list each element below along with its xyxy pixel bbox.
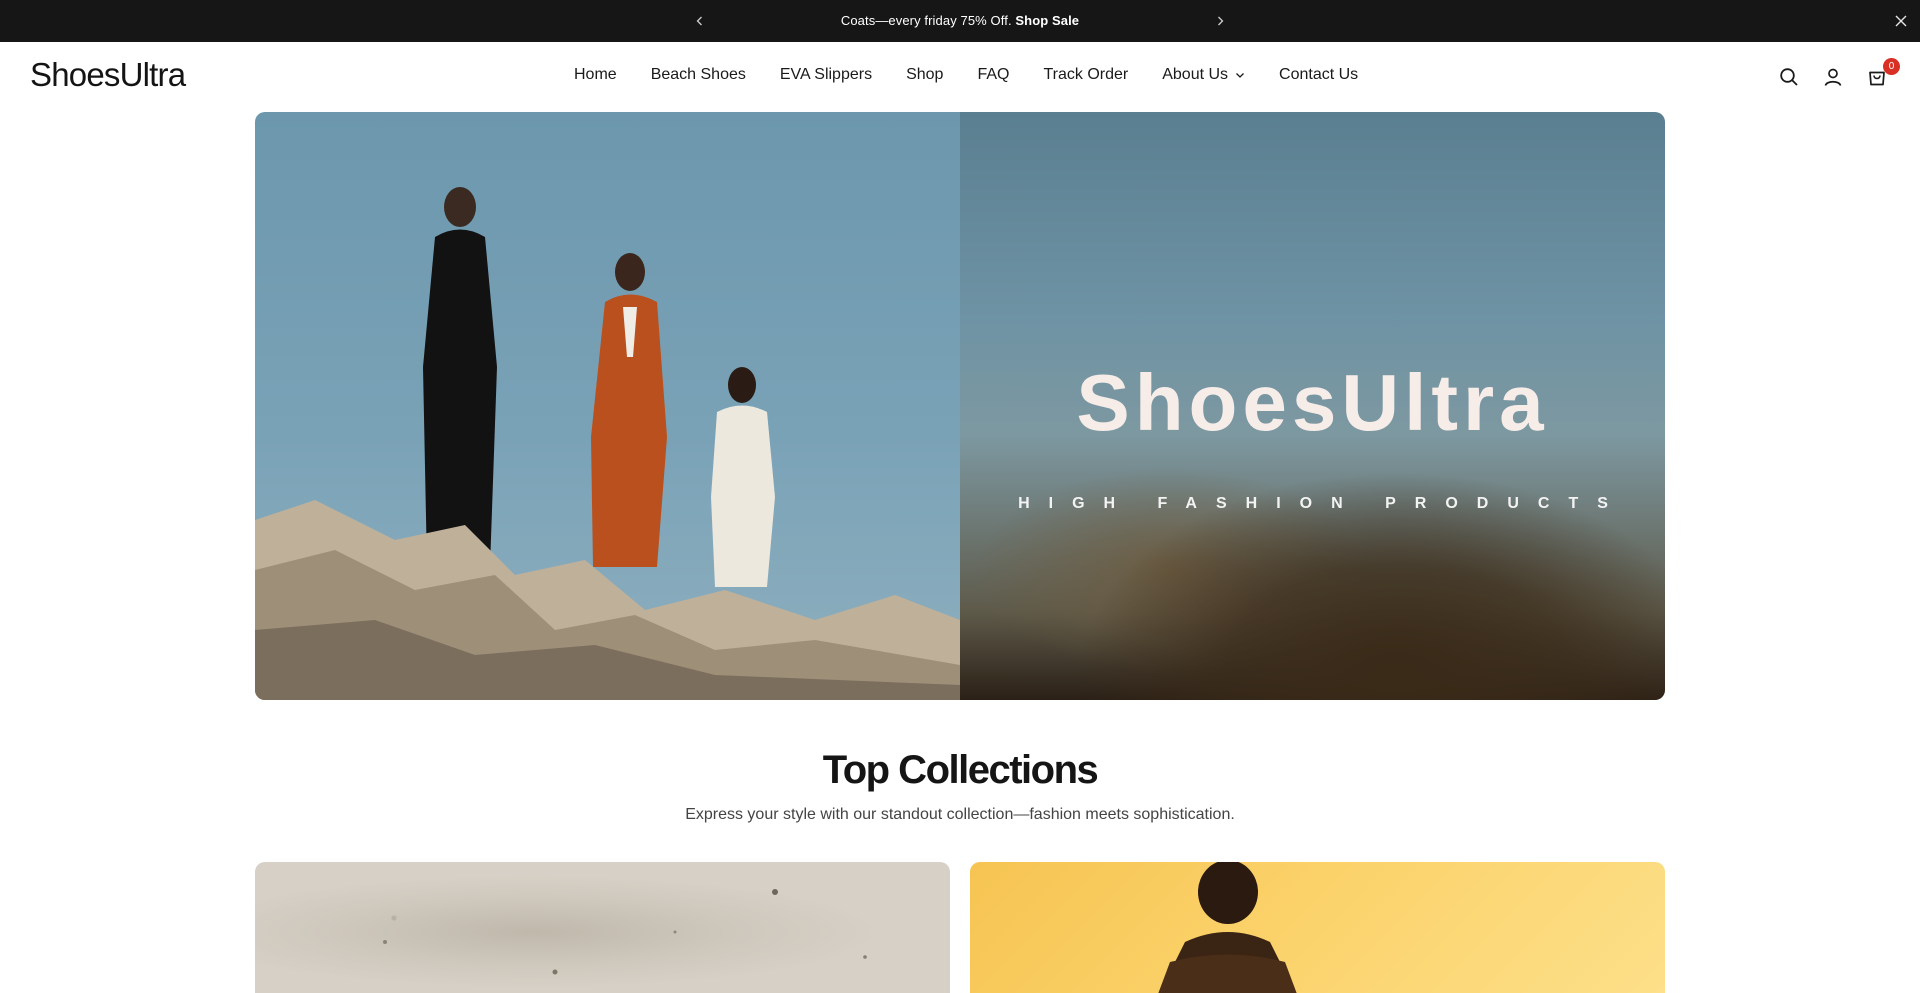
collection-card-beach[interactable] — [255, 862, 950, 993]
site-logo[interactable]: ShoesUltra — [30, 56, 186, 94]
hero-image-models — [255, 112, 960, 700]
nav-item-shop[interactable]: Shop — [906, 66, 943, 84]
cart-count-badge: 0 — [1883, 58, 1900, 75]
site-header: ShoesUltra Home Beach Shoes EVA Slippers… — [0, 42, 1920, 112]
hero-rocks-illustration — [255, 500, 960, 700]
main-nav: Home Beach Shoes EVA Slippers Shop FAQ T… — [574, 66, 1358, 84]
nav-item-track-order[interactable]: Track Order — [1043, 66, 1128, 84]
cart-icon[interactable]: 0 — [1864, 58, 1900, 90]
nav-item-label: About Us — [1162, 66, 1229, 83]
shop-sale-link[interactable]: Shop Sale — [1015, 13, 1079, 28]
hero-banner[interactable]: ShoesUltra HIGH FASHION PRODUCTS — [255, 112, 1665, 700]
hero-subtitle: HIGH FASHION PRODUCTS — [1018, 495, 1627, 512]
nav-item-label: EVA Slippers — [779, 66, 873, 83]
account-icon[interactable] — [1820, 64, 1846, 90]
sand-texture-image — [383, 889, 867, 975]
collection-card-outdoor[interactable] — [970, 862, 1665, 993]
nav-item-contact-us[interactable]: Contact Us — [1279, 66, 1358, 84]
chevron-down-icon — [1235, 70, 1245, 80]
section-subtitle: Express your style with our standout col… — [685, 806, 1235, 823]
nav-item-faq[interactable]: FAQ — [977, 66, 1009, 84]
nav-item-home[interactable]: Home — [574, 66, 617, 84]
announcement-text: Coats—every friday 75% Off. — [840, 13, 1012, 28]
close-icon[interactable] — [1890, 10, 1912, 32]
announcement-bar: Coats—every friday 75% Off. Shop Sale — [0, 0, 1920, 42]
search-icon[interactable] — [1776, 64, 1802, 90]
nav-item-label: Home — [574, 66, 617, 83]
announcement-message: Coats—every friday 75% Off. Shop Sale — [0, 13, 1920, 28]
nav-item-label: Beach Shoes — [650, 66, 746, 83]
nav-item-label: FAQ — [977, 66, 1010, 83]
section-title: Top Collections — [822, 748, 1099, 792]
nav-item-eva-slippers[interactable]: EVA Slippers — [780, 66, 872, 84]
nav-item-about-us[interactable]: About Us — [1162, 66, 1245, 84]
hiker-silhouette-image — [1158, 862, 1297, 993]
hero-title: ShoesUltra — [1076, 358, 1549, 447]
nav-item-label: Shop — [906, 66, 944, 83]
header-icons: 0 — [1758, 58, 1900, 90]
chevron-right-icon[interactable] — [1210, 11, 1230, 31]
nav-item-label: Contact Us — [1279, 66, 1359, 83]
nav-item-beach-shoes[interactable]: Beach Shoes — [651, 66, 746, 84]
nav-item-label: Track Order — [1043, 66, 1129, 83]
